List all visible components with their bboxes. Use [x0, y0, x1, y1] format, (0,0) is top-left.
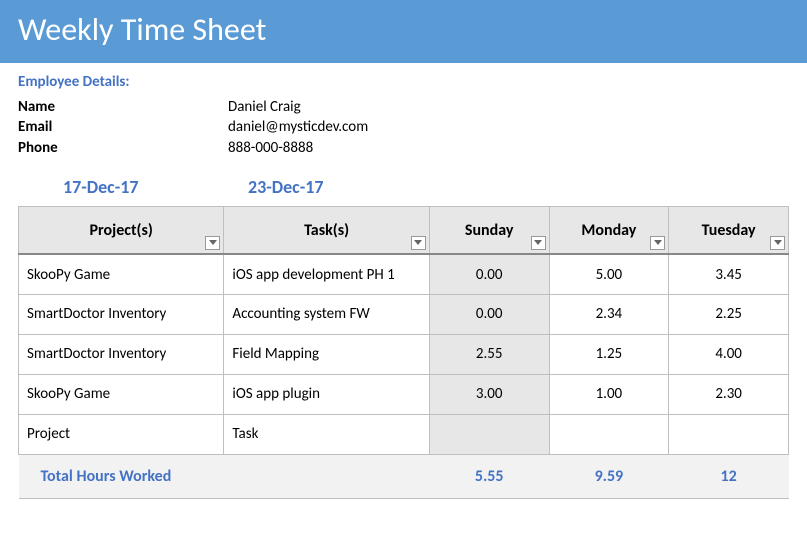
header-tuesday: Tuesday — [669, 206, 789, 254]
totals-tuesday: 12 — [669, 454, 789, 498]
cell-task[interactable]: iOS app development PH 1 — [224, 254, 429, 294]
cell-task[interactable]: Field Mapping — [224, 334, 429, 374]
timesheet-table-wrap: Project(s) Task(s) Sunday Monday Tuesday — [0, 206, 807, 499]
cell-project[interactable]: SkooPy Game — [19, 254, 224, 294]
cell-tuesday[interactable]: 2.25 — [669, 294, 789, 334]
cell-tuesday[interactable] — [669, 414, 789, 454]
header-task-label: Task(s) — [304, 221, 349, 240]
page-header: Weekly Time Sheet — [0, 0, 807, 63]
totals-sunday: 5.55 — [429, 454, 549, 498]
cell-sunday[interactable]: 3.00 — [429, 374, 549, 414]
employee-email-row: Email daniel@mysticdev.com — [18, 117, 789, 137]
table-row: SkooPy Game iOS app plugin 3.00 1.00 2.3… — [19, 374, 789, 414]
cell-project[interactable]: SkooPy Game — [19, 374, 224, 414]
header-monday-label: Monday — [581, 221, 636, 240]
header-project: Project(s) — [19, 206, 224, 254]
timesheet-table: Project(s) Task(s) Sunday Monday Tuesday — [18, 206, 789, 499]
table-row: SmartDoctor Inventory Field Mapping 2.55… — [19, 334, 789, 374]
table-body: SkooPy Game iOS app development PH 1 0.0… — [19, 254, 789, 498]
filter-icon[interactable] — [531, 236, 546, 250]
employee-name-value: Daniel Craig — [228, 97, 301, 117]
employee-name-label: Name — [18, 97, 228, 117]
totals-label: Total Hours Worked — [19, 454, 430, 498]
employee-name-row: Name Daniel Craig — [18, 97, 789, 117]
totals-row: Total Hours Worked 5.55 9.59 12 — [19, 454, 789, 498]
table-header-row: Project(s) Task(s) Sunday Monday Tuesday — [19, 206, 789, 254]
cell-task[interactable]: iOS app plugin — [224, 374, 429, 414]
page-title: Weekly Time Sheet — [18, 10, 266, 49]
cell-project[interactable]: Project — [19, 414, 224, 454]
filter-icon[interactable] — [770, 236, 785, 250]
cell-project[interactable]: SmartDoctor Inventory — [19, 334, 224, 374]
header-project-label: Project(s) — [90, 221, 153, 240]
employee-phone-row: Phone 888-000-8888 — [18, 138, 789, 158]
cell-sunday[interactable] — [429, 414, 549, 454]
cell-monday[interactable]: 5.00 — [549, 254, 669, 294]
employee-details: Employee Details: Name Daniel Craig Emai… — [0, 63, 807, 162]
cell-task[interactable]: Task — [224, 414, 429, 454]
cell-monday[interactable]: 1.25 — [549, 334, 669, 374]
header-sunday: Sunday — [429, 206, 549, 254]
filter-icon[interactable] — [650, 236, 665, 250]
filter-icon[interactable] — [411, 236, 426, 250]
table-row: SkooPy Game iOS app development PH 1 0.0… — [19, 254, 789, 294]
employee-phone-value: 888-000-8888 — [228, 138, 313, 158]
cell-sunday[interactable]: 0.00 — [429, 254, 549, 294]
totals-monday: 9.59 — [549, 454, 669, 498]
header-tuesday-label: Tuesday — [702, 221, 756, 240]
cell-monday[interactable] — [549, 414, 669, 454]
table-row: SmartDoctor Inventory Accounting system … — [19, 294, 789, 334]
header-sunday-label: Sunday — [465, 221, 514, 240]
cell-monday[interactable]: 1.00 — [549, 374, 669, 414]
date-range: 17-Dec-17 23-Dec-17 — [0, 162, 807, 206]
end-date: 23-Dec-17 — [248, 176, 323, 198]
cell-sunday[interactable]: 0.00 — [429, 294, 549, 334]
employee-email-label: Email — [18, 117, 228, 137]
cell-tuesday[interactable]: 4.00 — [669, 334, 789, 374]
cell-tuesday[interactable]: 3.45 — [669, 254, 789, 294]
cell-tuesday[interactable]: 2.30 — [669, 374, 789, 414]
filter-icon[interactable] — [205, 236, 220, 250]
cell-monday[interactable]: 2.34 — [549, 294, 669, 334]
cell-sunday[interactable]: 2.55 — [429, 334, 549, 374]
employee-phone-label: Phone — [18, 138, 228, 158]
cell-project[interactable]: SmartDoctor Inventory — [19, 294, 224, 334]
employee-email-value: daniel@mysticdev.com — [228, 117, 368, 137]
start-date: 17-Dec-17 — [63, 176, 238, 198]
cell-task[interactable]: Accounting system FW — [224, 294, 429, 334]
employee-details-title: Employee Details: — [18, 73, 789, 91]
header-monday: Monday — [549, 206, 669, 254]
table-row: Project Task — [19, 414, 789, 454]
header-task: Task(s) — [224, 206, 429, 254]
